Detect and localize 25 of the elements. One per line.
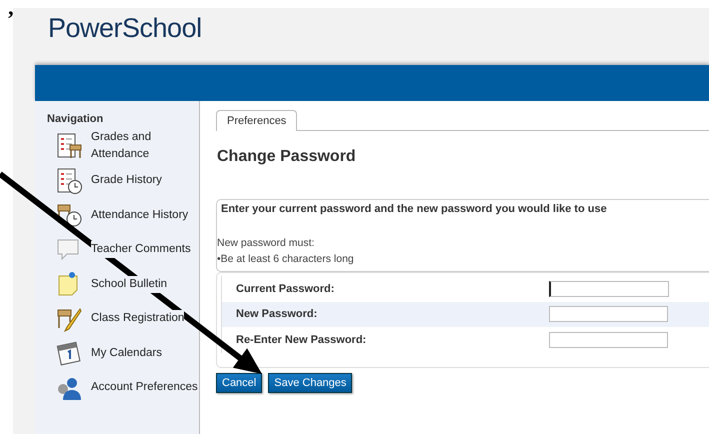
sidebar-item[interactable]: Teacher Comments xyxy=(47,232,199,267)
sidebar-item[interactable]: Class Registration xyxy=(47,302,199,336)
gradebook-icon xyxy=(55,132,83,160)
sidebar-item[interactable]: My Calendars xyxy=(47,336,199,370)
save-button[interactable]: Save Changes xyxy=(268,372,352,392)
sidebar-item[interactable]: School Bulletin xyxy=(47,267,199,302)
logo: PowerSchool xyxy=(48,13,203,45)
instructions-title: Enter your current password and the new password you would like to use xyxy=(221,203,608,217)
password-field[interactable] xyxy=(549,332,668,348)
cancel-button[interactable]: Cancel xyxy=(216,372,262,392)
preferences-tab[interactable]: Preferences xyxy=(216,110,298,131)
page-heading: Change Password xyxy=(217,148,357,166)
sidebar-item[interactable]: Grade History xyxy=(47,164,199,198)
rules-intro: New password must: xyxy=(217,237,316,251)
field-label: Current Password: xyxy=(236,282,336,295)
sidebar-item[interactable]: Account Preferences xyxy=(47,370,199,405)
gradebook-clock-icon xyxy=(55,166,83,195)
password-rule: •Be at least 6 characters long xyxy=(217,253,355,267)
password-field[interactable] xyxy=(549,306,668,322)
field-label: New Password: xyxy=(236,308,318,320)
sidebar-title: Navigation xyxy=(47,113,104,125)
password-field[interactable] xyxy=(549,280,669,297)
sidebar-item[interactable]: Attendance History xyxy=(47,198,199,232)
field-label: Re-Enter New Password: xyxy=(236,334,368,346)
quote-mark: ’ xyxy=(7,6,14,32)
